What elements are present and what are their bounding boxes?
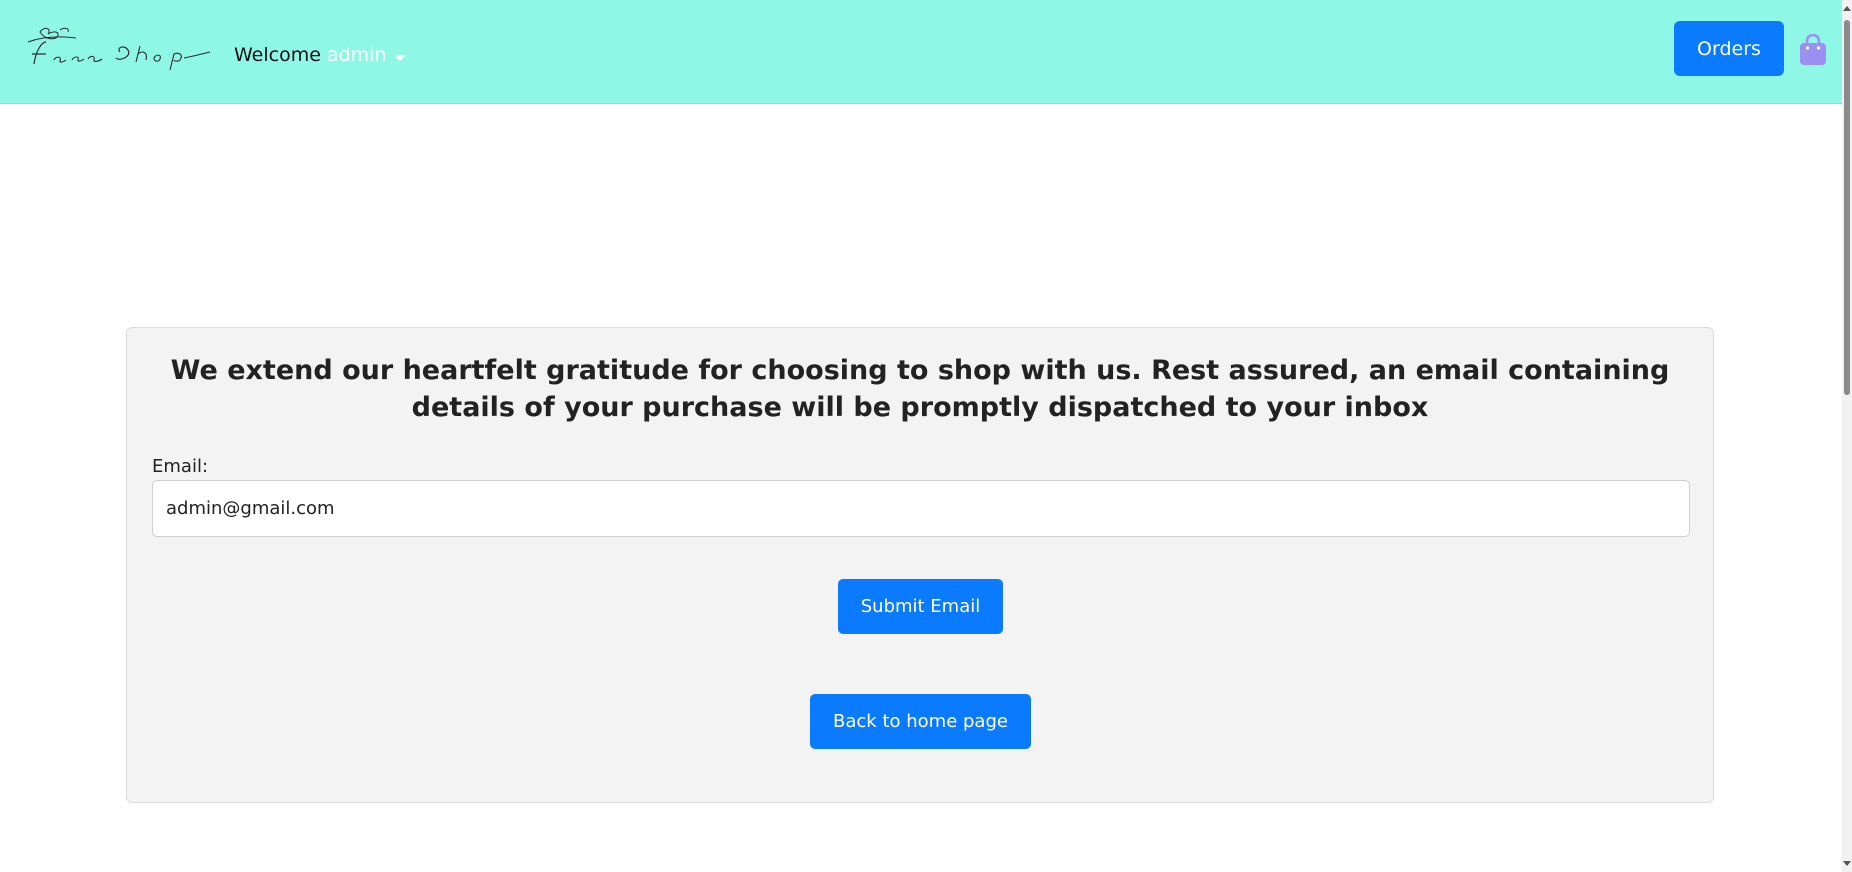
vertical-scrollbar[interactable] bbox=[1842, 0, 1852, 872]
face-shop-logo[interactable] bbox=[24, 24, 212, 74]
email-input[interactable] bbox=[152, 480, 1690, 537]
bag-svg bbox=[1800, 33, 1826, 65]
welcome-prefix: Welcome bbox=[234, 44, 321, 66]
scrollbar-thumb[interactable] bbox=[1844, 20, 1850, 395]
shopping-bag-icon[interactable] bbox=[1799, 33, 1827, 66]
username: admin bbox=[326, 44, 387, 66]
scroll-down-arrow-icon[interactable] bbox=[1843, 861, 1851, 866]
chevron-down-icon bbox=[394, 55, 407, 61]
order-confirmation-card: We extend our heartfelt gratitude for ch… bbox=[126, 327, 1714, 803]
email-label: Email: bbox=[152, 456, 209, 477]
welcome-message: Welcome admin bbox=[234, 44, 407, 66]
page: Welcome admin Orders We extend our heart… bbox=[0, 0, 1852, 872]
submit-email-button[interactable]: Submit Email bbox=[838, 579, 1003, 634]
thank-you-heading: We extend our heartfelt gratitude for ch… bbox=[170, 355, 1670, 423]
logo-icon bbox=[27, 27, 211, 71]
user-dropdown-toggle[interactable]: admin bbox=[327, 44, 407, 66]
orders-button[interactable]: Orders bbox=[1674, 21, 1784, 76]
back-to-home-button[interactable]: Back to home page bbox=[810, 694, 1031, 749]
navbar: Welcome admin Orders bbox=[0, 0, 1842, 104]
scroll-up-arrow-icon[interactable] bbox=[1843, 6, 1851, 11]
